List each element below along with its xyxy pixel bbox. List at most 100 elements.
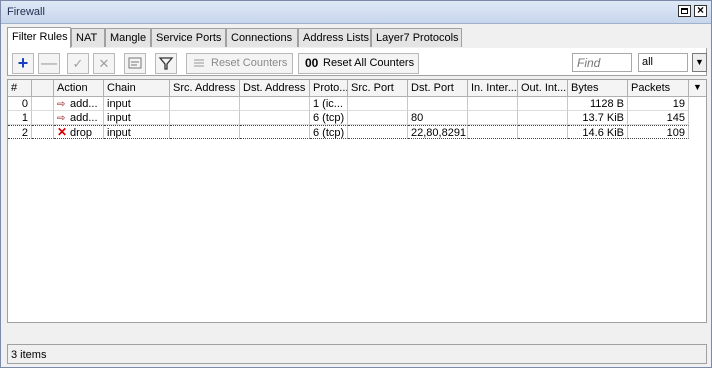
row-packets: 145 bbox=[628, 111, 689, 125]
row-flags bbox=[32, 125, 54, 139]
col-out-interface[interactable]: Out. Int... bbox=[518, 80, 568, 96]
row-in-interface bbox=[468, 111, 518, 125]
row-action-label: drop bbox=[70, 127, 93, 139]
row-src-address bbox=[170, 125, 240, 139]
row-protocol: 6 (tcp) bbox=[310, 125, 348, 139]
enable-button[interactable]: ✓ bbox=[67, 53, 89, 74]
row-dst-port: 22,80,8291 bbox=[408, 125, 468, 139]
row-packets: 19 bbox=[628, 97, 689, 111]
row-packets: 109 bbox=[628, 125, 689, 139]
col-protocol[interactable]: Proto... bbox=[310, 80, 348, 96]
close-icon: × bbox=[696, 3, 704, 17]
tab-filter-rules[interactable]: Filter Rules bbox=[7, 27, 71, 48]
row-src-port bbox=[348, 97, 408, 111]
row-chain: input bbox=[104, 125, 170, 139]
filter-button[interactable] bbox=[155, 53, 177, 74]
col-dst-port[interactable]: Dst. Port bbox=[408, 80, 468, 96]
col-src-address[interactable]: Src. Address bbox=[170, 80, 240, 96]
tab-layer7-protocols[interactable]: Layer7 Protocols bbox=[371, 28, 462, 47]
row-chain: input bbox=[104, 97, 170, 111]
col-in-interface[interactable]: In. Inter... bbox=[468, 80, 518, 96]
col-packets[interactable]: Packets bbox=[628, 80, 689, 96]
row-dst-address bbox=[240, 125, 310, 139]
row-src-port bbox=[348, 125, 408, 139]
table-row-selected[interactable]: 2 ✕ drop input 6 (tcp) 22,80,8291 14.6 Ki… bbox=[8, 125, 694, 139]
row-bytes: 1128 B bbox=[568, 97, 628, 111]
firewall-window: Firewall × Filter Rules NAT Mangle Servi… bbox=[0, 0, 712, 368]
row-action: ⇨ add... bbox=[54, 97, 104, 111]
row-in-interface bbox=[468, 97, 518, 111]
table-row[interactable]: 1 ⇨ add... input 6 (tcp) 80 13.7 KiB 145 bbox=[8, 111, 694, 125]
tab-mangle[interactable]: Mangle bbox=[105, 28, 151, 47]
col-bytes[interactable]: Bytes bbox=[568, 80, 628, 96]
row-number: 2 bbox=[8, 125, 32, 139]
tab-connections[interactable]: Connections bbox=[226, 28, 298, 47]
row-dst-address bbox=[240, 97, 310, 111]
status-bar: 3 items bbox=[7, 344, 707, 364]
minus-icon: — bbox=[41, 55, 57, 72]
find-input[interactable] bbox=[572, 53, 632, 72]
toolbar: + — ✓ ✕ Reset Counters 00 Reset All Coun… bbox=[7, 48, 707, 76]
row-src-address bbox=[170, 111, 240, 125]
add-to-list-icon: ⇨ bbox=[57, 99, 66, 110]
row-flags bbox=[32, 97, 54, 111]
title-bar[interactable]: Firewall × bbox=[1, 1, 711, 24]
row-chain: input bbox=[104, 111, 170, 125]
check-icon: ✓ bbox=[72, 56, 84, 71]
reset-all-counters-label: Reset All Counters bbox=[323, 57, 415, 69]
row-out-interface bbox=[518, 97, 568, 111]
filter-icon bbox=[156, 54, 176, 73]
item-count: 3 items bbox=[11, 349, 47, 361]
row-action: ✕ drop bbox=[54, 125, 104, 139]
row-bytes: 14.6 KiB bbox=[568, 125, 628, 139]
close-button[interactable]: × bbox=[694, 3, 707, 17]
row-flags bbox=[32, 111, 54, 125]
table-header: # Action Chain Src. Address Dst. Address… bbox=[8, 80, 706, 97]
remove-button[interactable]: — bbox=[38, 53, 60, 74]
row-action-label: add... bbox=[70, 98, 98, 110]
table-row[interactable]: 0 ⇨ add... input 1 (ic... 1128 B 19 bbox=[8, 97, 694, 111]
row-protocol: 1 (ic... bbox=[310, 97, 348, 111]
col-number[interactable]: # bbox=[8, 80, 32, 96]
row-dst-port bbox=[408, 97, 468, 111]
row-out-interface bbox=[518, 111, 568, 125]
row-bytes: 13.7 KiB bbox=[568, 111, 628, 125]
comment-button[interactable] bbox=[124, 53, 146, 74]
col-dst-address[interactable]: Dst. Address bbox=[240, 80, 310, 96]
column-menu-button[interactable]: ▼ bbox=[689, 80, 706, 96]
rules-table: # Action Chain Src. Address Dst. Address… bbox=[7, 79, 707, 323]
tab-nat[interactable]: NAT bbox=[71, 28, 105, 47]
row-dst-port: 80 bbox=[408, 111, 468, 125]
row-number: 1 bbox=[8, 111, 32, 125]
chevron-down-icon: ▼ bbox=[693, 82, 702, 92]
row-out-interface bbox=[518, 125, 568, 139]
filter-select[interactable]: all bbox=[638, 53, 688, 72]
window-title: Firewall bbox=[7, 6, 45, 18]
reset-counters-button[interactable]: Reset Counters bbox=[186, 53, 293, 74]
row-protocol: 6 (tcp) bbox=[310, 111, 348, 125]
reset-all-counters-button[interactable]: 00 Reset All Counters bbox=[298, 53, 419, 74]
drop-icon: ✕ bbox=[57, 125, 68, 139]
add-button[interactable]: + bbox=[12, 53, 34, 74]
col-src-port[interactable]: Src. Port bbox=[348, 80, 408, 96]
disable-button[interactable]: ✕ bbox=[93, 53, 115, 74]
reset-all-counters-icon: 00 bbox=[305, 56, 319, 70]
tab-address-lists[interactable]: Address Lists bbox=[298, 28, 371, 47]
row-dst-address bbox=[240, 111, 310, 125]
comment-icon bbox=[125, 54, 145, 73]
x-icon: ✕ bbox=[98, 56, 110, 71]
col-action[interactable]: Action bbox=[54, 80, 104, 96]
tab-service-ports[interactable]: Service Ports bbox=[151, 28, 226, 47]
row-action-label: add... bbox=[70, 112, 98, 124]
row-number: 0 bbox=[8, 97, 32, 111]
reset-counters-icon bbox=[189, 54, 209, 73]
col-flags[interactable] bbox=[32, 80, 54, 96]
reset-counters-label: Reset Counters bbox=[211, 57, 288, 69]
col-chain[interactable]: Chain bbox=[104, 80, 170, 96]
maximize-button[interactable] bbox=[678, 5, 691, 17]
plus-icon: + bbox=[17, 53, 29, 73]
row-action: ⇨ add... bbox=[54, 111, 104, 125]
row-in-interface bbox=[468, 125, 518, 139]
filter-select-dropdown-button[interactable]: ▼ bbox=[692, 53, 707, 72]
row-src-port bbox=[348, 111, 408, 125]
